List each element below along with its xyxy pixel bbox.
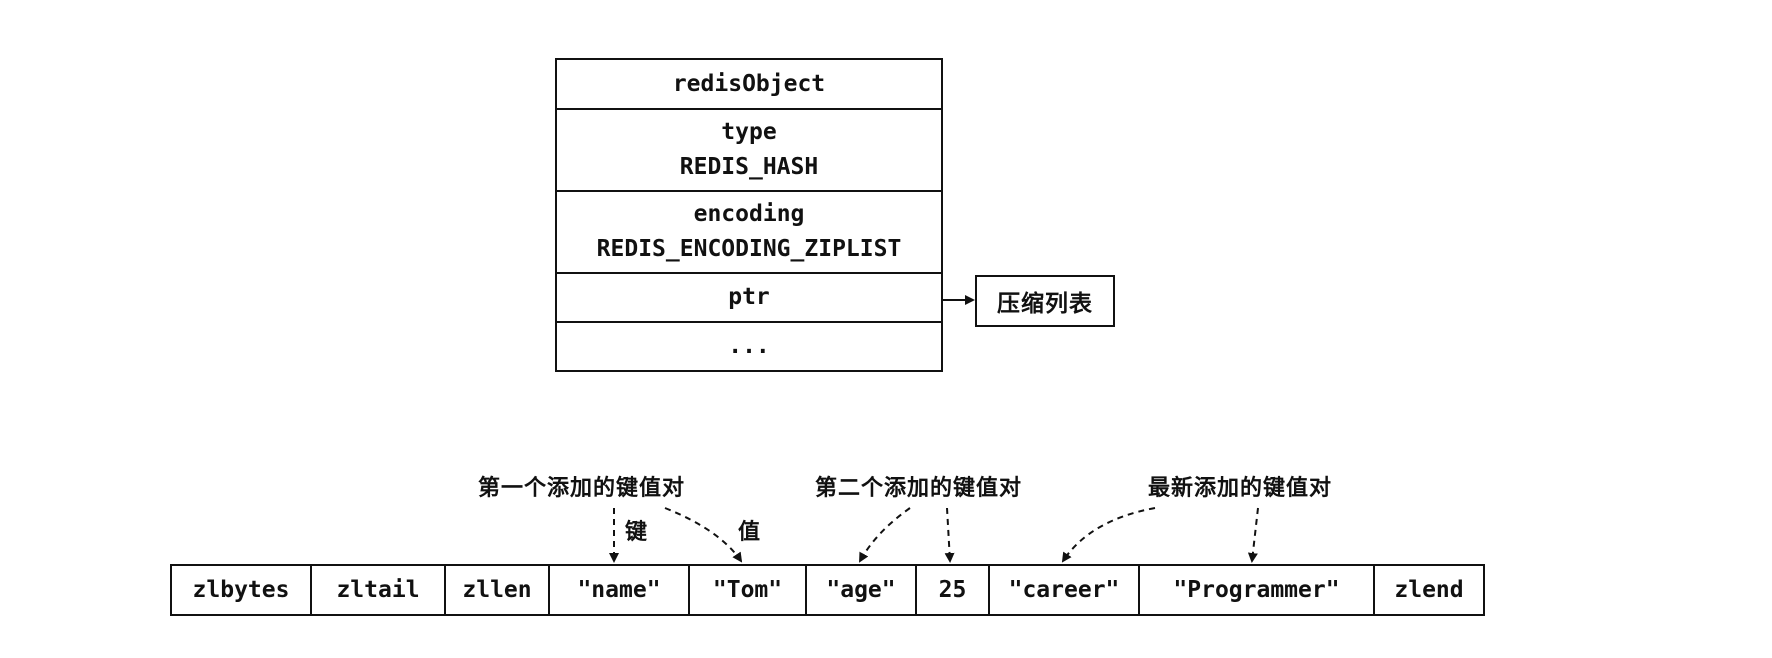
value-arrow xyxy=(664,507,743,563)
second-pair-value-arrow xyxy=(944,507,955,563)
encoding-value: REDIS_ENCODING_ZIPLIST xyxy=(596,236,902,262)
ziplist-cell-career-key: "career" xyxy=(990,566,1140,614)
ziplist-cell-zlbytes: zlbytes xyxy=(172,566,312,614)
ziplist-row: zlbytes zltail zllen "name" "Tom" "age" … xyxy=(170,564,1485,616)
newest-pair-value-arrow xyxy=(1247,507,1259,563)
ziplist-cell-tom-value: "Tom" xyxy=(690,566,807,614)
ellipsis-label: ... xyxy=(728,333,770,359)
ziplist-cell-zlend: zlend xyxy=(1375,566,1485,614)
encoding-label: encoding xyxy=(693,201,805,227)
ziplist-cell-25-value: 25 xyxy=(917,566,990,614)
newest-pair-key-arrow xyxy=(1061,507,1156,563)
encoding-field: encoding REDIS_ENCODING_ZIPLIST xyxy=(557,192,941,274)
second-pair-label: 第二个添加的键值对 xyxy=(815,476,1023,501)
ptr-label: ptr xyxy=(728,284,770,310)
ziplist-cell-name-key: "name" xyxy=(550,566,690,614)
key-label: 键 xyxy=(625,520,649,545)
ziplist-cell-zltail: zltail xyxy=(312,566,446,614)
second-pair-key-arrow xyxy=(859,507,911,563)
ziplist-cell-age-key: "age" xyxy=(807,566,917,614)
ziplist-target-label: 压缩列表 xyxy=(997,291,1093,317)
struct-title-field: redisObject xyxy=(557,60,941,110)
diagram-canvas: redisObject type REDIS_HASH encoding RED… xyxy=(0,0,1772,658)
first-pair-label: 第一个添加的键值对 xyxy=(478,476,686,501)
type-label: type xyxy=(721,119,777,145)
redis-object-struct: redisObject type REDIS_HASH encoding RED… xyxy=(555,58,943,372)
ziplist-cell-programmer-value: "Programmer" xyxy=(1140,566,1375,614)
type-value: REDIS_HASH xyxy=(679,154,819,180)
value-label: 值 xyxy=(738,520,762,545)
ziplist-target-box: 压缩列表 xyxy=(975,275,1115,327)
ziplist-cell-zllen: zllen xyxy=(446,566,550,614)
struct-title: redisObject xyxy=(672,70,826,97)
newest-pair-label: 最新添加的键值对 xyxy=(1148,476,1333,501)
ellipsis-field: ... xyxy=(557,323,941,370)
type-field: type REDIS_HASH xyxy=(557,110,941,192)
ptr-field: ptr xyxy=(557,274,941,323)
